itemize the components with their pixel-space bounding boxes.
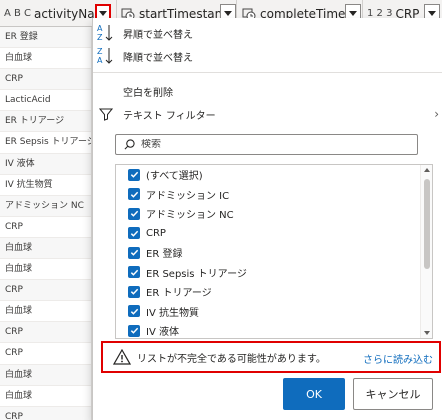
filter-value-list: (すべて選択) アドミッション IC アドミッション NC CRP ER 登録 …: [115, 164, 433, 339]
table-cell: CRP: [0, 322, 91, 344]
incomplete-list-warning: リストが不完全である可能性があります。 さらに読み込む: [101, 341, 441, 373]
list-item-label: アドミッション IC: [146, 190, 230, 202]
table-cell: CRP: [0, 69, 91, 91]
search-input[interactable]: [141, 139, 401, 150]
list-item-label: CRP: [146, 227, 166, 239]
list-item[interactable]: ER Sepsis トリアージ: [116, 263, 432, 283]
list-item[interactable]: IV 液体: [116, 321, 432, 339]
svg-text:A: A: [97, 24, 103, 33]
list-item-label: ER トリアージ: [146, 288, 212, 300]
load-more-link[interactable]: さらに読み込む: [363, 351, 433, 366]
svg-text:A: A: [97, 56, 103, 65]
text-filter-item[interactable]: テキスト フィルター ›: [93, 103, 442, 125]
table-cell: IV 液体: [0, 153, 91, 175]
sort-descending-label: 降順で並べ替え: [123, 52, 193, 64]
column-filter-dropdown: A Z 昇順で並べ替え Z A 降順で並べ替え 空白を削除 テキスト フィルター…: [92, 18, 442, 420]
sort-ascending-label: 昇順で並べ替え: [123, 29, 193, 41]
warning-icon: [113, 349, 131, 365]
chevron-down-icon: [349, 10, 357, 16]
checkbox-checked[interactable]: [128, 168, 140, 181]
table-cell: CRP: [0, 217, 91, 238]
sort-ascending-item[interactable]: A Z 昇順で並べ替え: [93, 22, 442, 44]
checkbox-checked[interactable]: [128, 246, 140, 259]
table-cell: 白血球: [0, 259, 91, 281]
sort-descending-icon: Z A: [93, 46, 119, 66]
table-cell: ER 登録: [0, 27, 91, 49]
table-cell: ER トリアージ: [0, 111, 91, 133]
sort-descending-item[interactable]: Z A 降順で並べ替え: [93, 45, 442, 67]
list-item-label: IV 液体: [146, 327, 179, 339]
checkbox-checked[interactable]: [128, 305, 140, 318]
ok-button[interactable]: OK: [283, 378, 345, 410]
table-cell: CRP: [0, 343, 91, 365]
activity-column-cells: ER 登録 白血球 CRP LacticAcid ER トリアージ ER Sep…: [0, 27, 92, 420]
chevron-down-icon: [99, 10, 107, 16]
search-icon: [124, 139, 135, 150]
checkbox-checked[interactable]: [128, 188, 140, 201]
list-item[interactable]: ER 登録: [116, 243, 432, 263]
checkbox-checked[interactable]: [128, 266, 140, 279]
search-box[interactable]: [115, 134, 418, 155]
table-cell: 白血球: [0, 364, 91, 386]
list-item-label: ER Sepsis トリアージ: [146, 268, 247, 280]
list-item-label: アドミッション NC: [146, 210, 234, 222]
scroll-up-icon[interactable]: [424, 168, 430, 172]
checkbox-checked[interactable]: [128, 227, 140, 240]
table-cell: 白血球: [0, 48, 91, 70]
table-cell: ER Sepsis トリアージ: [0, 132, 91, 154]
text-type-icon: A B C: [4, 8, 32, 19]
text-filter-label: テキスト フィルター: [123, 110, 216, 122]
list-item[interactable]: ER トリアージ: [116, 282, 432, 302]
table-cell: 白血球: [0, 386, 91, 407]
menu-divider: [93, 72, 442, 73]
list-item[interactable]: アドミッション IC: [116, 185, 432, 205]
table-cell: 白血球: [0, 301, 91, 323]
chevron-right-icon: ›: [434, 107, 439, 121]
scroll-down-icon[interactable]: [424, 331, 430, 335]
sort-ascending-icon: A Z: [93, 23, 119, 43]
table-cell: 白血球: [0, 237, 91, 260]
list-item[interactable]: CRP: [116, 224, 432, 244]
checkbox-checked[interactable]: [128, 207, 140, 220]
table-cell: LacticAcid: [0, 90, 91, 112]
table-cell: CRP: [0, 280, 91, 302]
table-cell: CRP: [0, 406, 91, 420]
scroll-thumb[interactable]: [424, 179, 430, 269]
table-cell: IV 抗生物質: [0, 175, 91, 196]
cancel-button[interactable]: キャンセル: [353, 378, 433, 410]
list-item-label: ER 登録: [146, 249, 183, 261]
remove-blanks-label: 空白を削除: [123, 87, 173, 99]
chevron-down-icon: [224, 10, 232, 16]
warning-text: リストが不完全である可能性があります。: [137, 353, 326, 365]
checkbox-checked[interactable]: [128, 285, 140, 298]
checkbox-checked[interactable]: [128, 324, 140, 337]
remove-blanks-item[interactable]: 空白を削除: [93, 80, 442, 102]
filter-icon: [93, 107, 119, 121]
list-item-label: (すべて選択): [146, 171, 203, 183]
svg-text:Z: Z: [97, 33, 103, 42]
svg-text:Z: Z: [97, 47, 103, 56]
list-item[interactable]: (すべて選択): [116, 165, 432, 185]
list-item-label: IV 抗生物質: [146, 307, 199, 319]
list-scrollbar[interactable]: [420, 165, 432, 338]
list-item[interactable]: アドミッション NC: [116, 204, 432, 224]
table-cell: アドミッション NC: [0, 195, 91, 217]
list-item[interactable]: IV 抗生物質: [116, 302, 432, 322]
chevron-down-icon: [428, 10, 436, 16]
